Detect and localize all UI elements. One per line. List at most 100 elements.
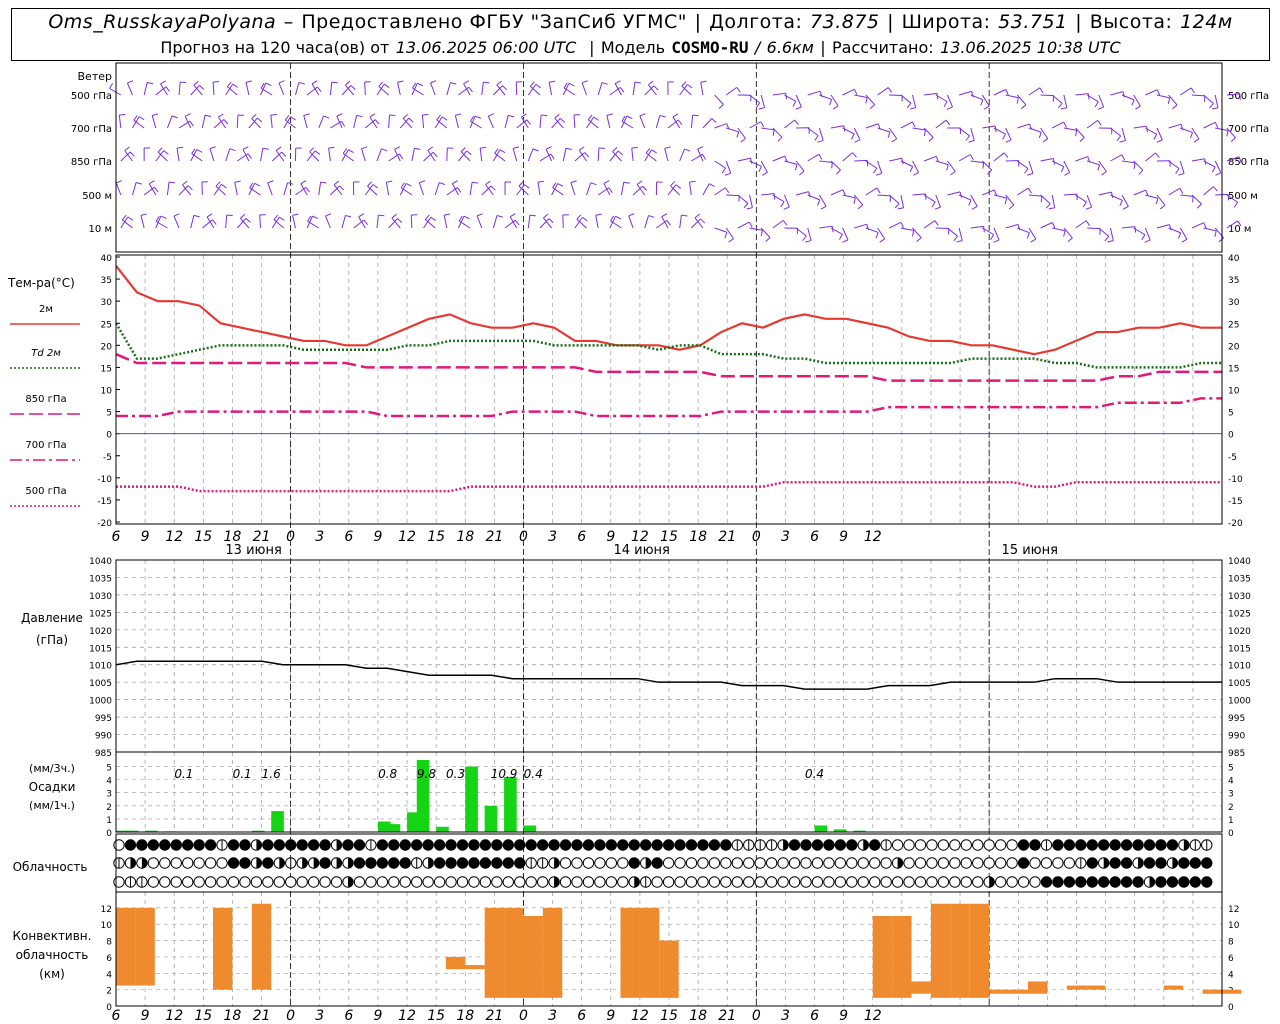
wind-barb-feather [163, 150, 169, 155]
cloud-cover-symbol [788, 876, 801, 888]
hour-tick-label: 12 [864, 529, 882, 545]
wind-barb-feather [242, 146, 249, 150]
wind-barb [655, 115, 661, 129]
wind-barb-feather [521, 113, 527, 118]
wind-barb-feather [887, 87, 893, 93]
hour-tick-label: 12 [165, 1008, 183, 1024]
cloud-cover-symbol [903, 876, 915, 888]
wind-barb-feather [180, 81, 187, 84]
wind-barb-feather [129, 151, 135, 157]
wind-barb-feather [399, 153, 404, 160]
wind-barb-feather [240, 213, 246, 219]
wind-barb-feather [615, 215, 622, 220]
conv-ytick: 2 [106, 987, 112, 997]
wind-barb-feather [212, 219, 217, 225]
wind-barb [620, 182, 625, 196]
wind-barb [1156, 127, 1163, 141]
cloud-cover-symbol [182, 857, 194, 869]
wind-barb [1075, 156, 1088, 162]
wind-barb [191, 153, 203, 162]
wind-barb-feather [508, 114, 515, 118]
cloud-cover-symbol [754, 857, 766, 869]
wind-barb-feather [1104, 236, 1110, 242]
wind-barb-feather [515, 219, 520, 226]
wind-barb-feather [545, 146, 552, 150]
cloud-cover-symbol [468, 839, 480, 851]
wind-barb-feather [341, 121, 346, 127]
cloud-cover-symbol [605, 839, 618, 851]
wind-barb-feather [331, 81, 338, 84]
wind-barb [700, 82, 704, 96]
wind-barb [993, 194, 1007, 199]
precip-ytick: 0 [1228, 829, 1234, 839]
conv-bar [484, 907, 505, 998]
wind-barb [854, 223, 867, 229]
wind-barb [865, 227, 879, 233]
wind-barb [1005, 94, 1019, 99]
cloud-cover-symbol [1052, 876, 1064, 888]
temp-ytick: 40 [1228, 254, 1240, 264]
cloud-cover-symbol [765, 857, 778, 869]
press-ytick: 1000 [89, 697, 112, 707]
precip-bar [271, 811, 284, 832]
precip-bar [387, 824, 401, 832]
cloud-cover-symbol [891, 839, 904, 851]
temp-ytick: 30 [1228, 298, 1240, 308]
cloud-cover-symbol [834, 839, 847, 851]
wind-barb-feather [1063, 121, 1067, 128]
wind-barb [888, 127, 898, 139]
hour-tick-label: 6 [810, 529, 819, 545]
legend-label: 2м [39, 304, 53, 315]
wind-barb-feather [758, 166, 762, 172]
cloud-cover-symbol [811, 857, 824, 869]
wind-barb [900, 121, 913, 129]
temp-ytick: -20 [97, 519, 112, 529]
wind-barb-feather [455, 113, 462, 116]
cloud-cover-symbol [777, 857, 789, 869]
wind-barb-feather [499, 149, 506, 154]
cloud-cover-symbol [445, 857, 457, 869]
wind-barb-feather [468, 86, 473, 93]
wind-barb [410, 214, 413, 229]
wind-barb [1180, 87, 1192, 96]
wind-barb-feather [783, 206, 790, 210]
wind-barb-feather [817, 139, 824, 143]
conv-bar [1027, 981, 1048, 994]
wind-level-label: 10 м [89, 224, 112, 235]
cloud-cover-symbol [949, 876, 961, 888]
wind-barb [1017, 123, 1030, 129]
wind-barb [1086, 160, 1100, 166]
wind-barb [292, 215, 296, 229]
wind-barb-feather [968, 199, 972, 206]
wind-barb-feather [1121, 154, 1126, 161]
cloud-cover-symbol [491, 839, 503, 851]
wind-barb-feather [782, 220, 788, 226]
wind-barb [479, 148, 483, 162]
wind-barb [970, 225, 984, 229]
conv-ytick: 8 [106, 938, 112, 948]
wind-barb [877, 160, 883, 174]
wind-barb [341, 215, 346, 229]
wind-barb-feather [270, 113, 277, 116]
conv-bar [930, 903, 951, 998]
wind-barb-feather [842, 189, 846, 196]
cloud-cover-symbol [433, 857, 446, 869]
temp-ytick: 25 [101, 320, 112, 330]
cloud-cover-symbol [1155, 839, 1167, 851]
wind-barb [760, 227, 771, 238]
wind-barb [818, 194, 827, 207]
press-ytick: 1040 [1228, 557, 1251, 567]
wind-barb-feather [1048, 207, 1055, 210]
cloud-cover-symbol [823, 839, 835, 851]
wind-barb [614, 83, 622, 96]
press-ytick: 1010 [1228, 662, 1251, 672]
cloud-cover-symbol [926, 876, 938, 888]
press-title: Давление [21, 611, 83, 625]
cloud-cover-symbol [388, 876, 400, 888]
hour-tick-label: 12 [864, 1008, 882, 1024]
wind-barb-feather [697, 146, 704, 150]
wind-barb [854, 94, 868, 98]
wind-barb [1063, 227, 1073, 239]
wind-barb-feather [1024, 168, 1029, 174]
cloud-cover-symbol [1201, 876, 1213, 888]
